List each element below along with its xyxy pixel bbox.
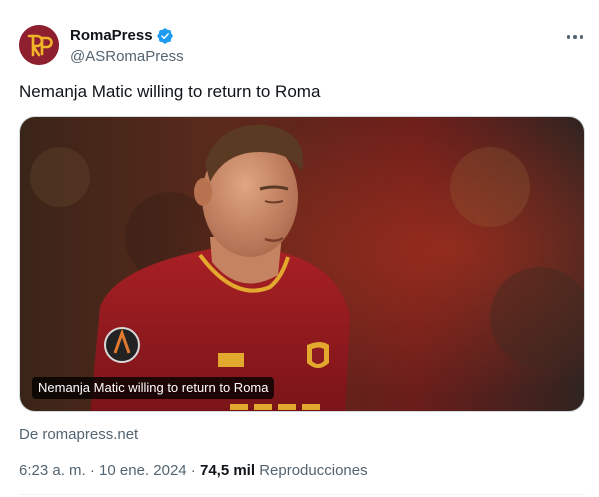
views-count: 74,5 mil [199,462,256,479]
author-name-row[interactable]: RomaPress [70,26,174,46]
divider [19,494,585,495]
player-photo [20,117,584,411]
avatar[interactable] [19,25,59,65]
media-caption: Nemanja Matic willing to return to Roma [32,377,275,399]
author-handle[interactable]: @ASRomaPress [70,47,184,67]
more-options-button[interactable] [563,27,587,47]
avatar-logo-icon [19,25,59,65]
tweet-meta: 6:23 a. m. · 10 ene. 2024 · 74,5 mil Rep… [19,461,368,481]
tweet-media-image[interactable]: Nemanja Matic willing to return to Roma [19,116,585,412]
tweet-card: RomaPress @ASRomaPress Nemanja Matic wil… [0,0,599,497]
tweet-text: Nemanja Matic willing to return to Roma [19,82,321,101]
views-label: Reproducciones [255,462,368,479]
separator: · [186,462,200,479]
author-display-name[interactable]: RomaPress [70,26,153,46]
dot-icon [579,35,584,39]
dot-icon [573,35,577,39]
dot-icon [566,35,571,39]
verified-badge-icon[interactable] [156,27,174,45]
tweet-time[interactable]: 6:23 a. m. [19,461,86,481]
tweet-date[interactable]: 10 ene. 2024 [99,461,187,481]
link-source[interactable]: De romapress.net [19,425,138,445]
separator: · [85,462,100,479]
